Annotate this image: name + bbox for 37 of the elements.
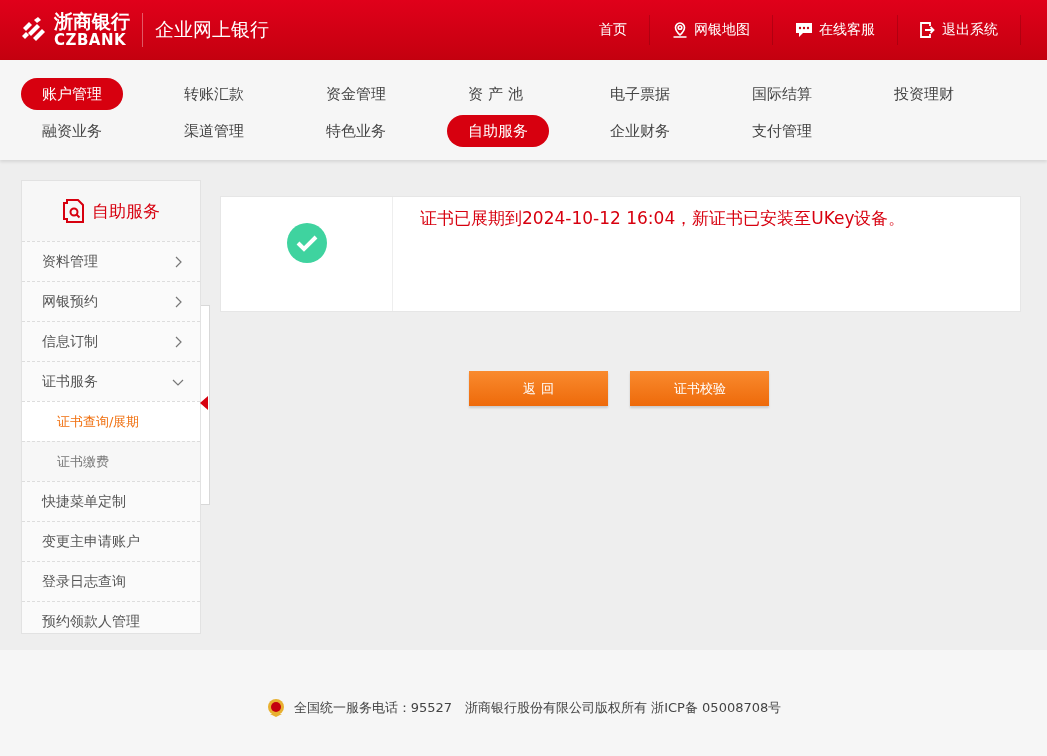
header-link[interactable]: 网银地图 [650, 15, 773, 45]
chat-icon [795, 22, 813, 38]
result-message: 证书已展期到2024-10-12 16:04，新证书已安装至UKey设备。 [420, 207, 906, 230]
nav-tab[interactable]: 电子票据 [589, 78, 691, 110]
logo-text: CZBANK [54, 33, 128, 48]
nav-tab[interactable]: 账户管理 [21, 78, 123, 110]
emblem-icon [265, 698, 286, 718]
sidebar-item[interactable]: 网银预约 [22, 281, 200, 321]
nav-tab[interactable]: 资 产 池 [447, 78, 544, 110]
nav-tab[interactable]: 企业财务 [589, 115, 691, 147]
nav-tab[interactable]: 自助服务 [447, 115, 549, 147]
nav-tab[interactable]: 投资理财 [873, 78, 975, 110]
nav-tab[interactable]: 支付管理 [731, 115, 833, 147]
nav-tab[interactable]: 渠道管理 [163, 115, 265, 147]
bank-logo-icon [20, 16, 48, 44]
nav-tab[interactable]: 特色业务 [305, 115, 407, 147]
exit-icon [920, 22, 936, 38]
nav-tab[interactable]: 融资业务 [21, 115, 123, 147]
sidebar-item[interactable]: 变更主申请账户 [22, 521, 200, 561]
header-link[interactable]: 在线客服 [773, 15, 898, 45]
map-pin-icon [672, 22, 688, 38]
sidebar-item[interactable]: 预约领款人管理 [22, 601, 200, 641]
sidebar-collapse-handle[interactable] [201, 305, 210, 505]
document-search-icon [62, 199, 84, 223]
sidebar-title: 自助服务 [92, 199, 160, 223]
nav-tab[interactable]: 国际结算 [731, 78, 833, 110]
nav-tab[interactable]: 转账汇款 [163, 78, 265, 110]
header-link[interactable]: 首页 [577, 15, 650, 45]
sidebar-item[interactable]: 快捷菜单定制 [22, 481, 200, 521]
footer-text: 全国统一服务电话：95527 浙商银行股份有限公司版权所有 浙ICP备 05008708号 [293, 699, 782, 717]
sidebar-item[interactable]: 登录日志查询 [22, 561, 200, 601]
header-link[interactable]: 退出系统 [898, 15, 1021, 45]
logo-text: 浙商银行 [54, 12, 130, 31]
nav-tab[interactable]: 资金管理 [305, 78, 407, 110]
sidebar-item[interactable]: 资料管理 [22, 241, 200, 281]
site-title: 企业网上银行 [155, 17, 269, 42]
sidebar-item[interactable]: 信息订制 [22, 321, 200, 361]
